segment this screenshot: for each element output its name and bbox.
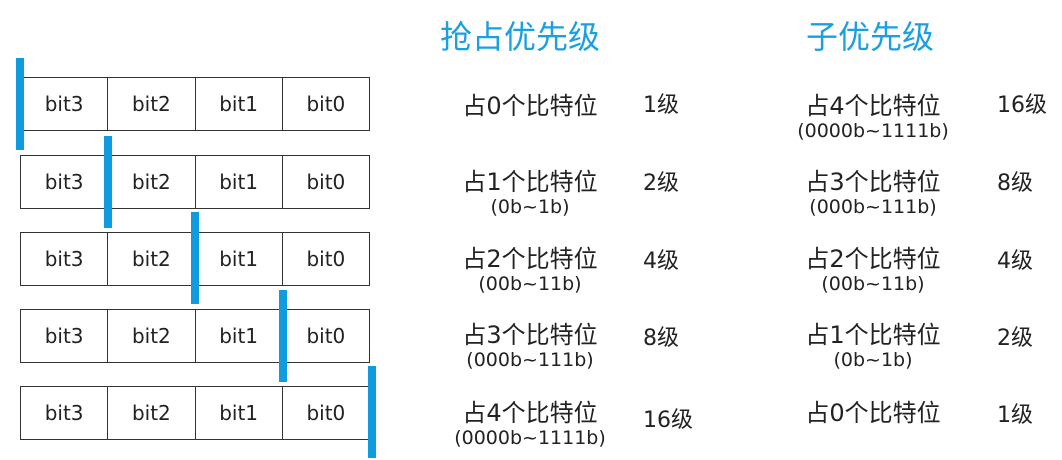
bit-cell: bit1 [196, 156, 283, 208]
preempt-range: (0b~1b) [490, 196, 570, 218]
bit-row-3: bit3 bit2 bit1 bit0 [20, 309, 370, 363]
preempt-desc-0: 占0个比特位 [440, 92, 620, 120]
preempt-bits-label: 占3个比特位 [462, 321, 598, 349]
sub-bits-label: 占4个比特位 [805, 92, 941, 120]
bit-cell: bit3 [21, 310, 109, 362]
bit-cell: bit2 [108, 233, 196, 285]
sub-range: (000b~111b) [809, 196, 937, 218]
preempt-desc-2: 占2个比特位 (00b~11b) [440, 245, 620, 295]
preemption-priority-heading: 抢占优先级 [440, 18, 601, 56]
preempt-range: (000b~111b) [466, 349, 594, 371]
bit-cell: bit1 [196, 78, 283, 130]
sub-level-3: 2级 [997, 326, 1033, 351]
sub-desc-0: 占4个比特位 (0000b~1111b) [778, 92, 968, 142]
sub-range: (00b~11b) [821, 273, 925, 295]
preempt-level-2: 4级 [643, 249, 679, 274]
bit-cell: bit1 [196, 387, 283, 439]
sub-level-4: 1级 [997, 403, 1033, 428]
split-marker-3 [279, 290, 287, 382]
sub-bits-label: 占2个比特位 [805, 245, 941, 273]
sub-priority-heading: 子优先级 [806, 18, 935, 56]
split-marker-1 [104, 136, 112, 228]
bit-cell: bit2 [108, 156, 196, 208]
sub-desc-2: 占2个比特位 (00b~11b) [778, 245, 968, 295]
preempt-range: (0000b~1111b) [454, 427, 606, 449]
sub-level-0: 16级 [997, 93, 1047, 118]
preempt-bits-label: 占4个比特位 [462, 399, 598, 427]
sub-bits-label: 占1个比特位 [805, 321, 941, 349]
bit-cell: bit0 [306, 324, 346, 348]
bit-cell: bit0 [306, 401, 346, 425]
bit-cell: bit2 [108, 310, 196, 362]
preempt-level-3: 8级 [643, 326, 679, 351]
bit-cell: bit2 [108, 387, 196, 439]
bit-cell: bit3 [21, 78, 109, 130]
bit-cell: bit3 [21, 156, 109, 208]
preempt-bits-label: 占2个比特位 [462, 245, 598, 273]
bit-row-0: bit3 bit2 bit1 bit0 [20, 77, 370, 131]
sub-desc-1: 占3个比特位 (000b~111b) [778, 168, 968, 218]
preempt-bits-label: 占1个比特位 [462, 168, 598, 196]
bit-cell: bit0 [306, 247, 346, 271]
bit-cell: bit0 [306, 170, 346, 194]
preempt-level-4: 16级 [643, 408, 693, 433]
preempt-bits-label: 占0个比特位 [462, 92, 598, 120]
bit-cell: bit3 [21, 233, 109, 285]
sub-range: (0000b~1111b) [797, 120, 949, 142]
bit-cell: bit2 [108, 78, 196, 130]
sub-bits-label: 占3个比特位 [805, 168, 941, 196]
bit-cell: bit3 [21, 387, 109, 439]
bit-row-4: bit3 bit2 bit1 bit0 [20, 386, 370, 440]
preempt-level-0: 1级 [643, 93, 679, 118]
sub-desc-4: 占0个比特位 [778, 399, 968, 427]
sub-range: (0b~1b) [833, 349, 913, 371]
sub-level-1: 8级 [997, 171, 1033, 196]
bit-cell: bit1 [196, 310, 283, 362]
preempt-range: (00b~11b) [478, 273, 582, 295]
preempt-desc-3: 占3个比特位 (000b~111b) [440, 321, 620, 371]
sub-level-2: 4级 [997, 249, 1033, 274]
bit-row-1: bit3 bit2 bit1 bit0 [20, 155, 370, 209]
split-marker-2 [191, 212, 199, 304]
preempt-desc-1: 占1个比特位 (0b~1b) [440, 168, 620, 218]
sub-bits-label: 占0个比特位 [805, 399, 941, 427]
preempt-desc-4: 占4个比特位 (0000b~1111b) [430, 399, 630, 449]
split-marker-0 [16, 58, 24, 150]
bit-cell: bit1 [196, 233, 283, 285]
preempt-level-1: 2级 [643, 171, 679, 196]
split-marker-4 [368, 366, 376, 458]
bit-cell: bit0 [306, 92, 346, 116]
sub-desc-3: 占1个比特位 (0b~1b) [778, 321, 968, 371]
